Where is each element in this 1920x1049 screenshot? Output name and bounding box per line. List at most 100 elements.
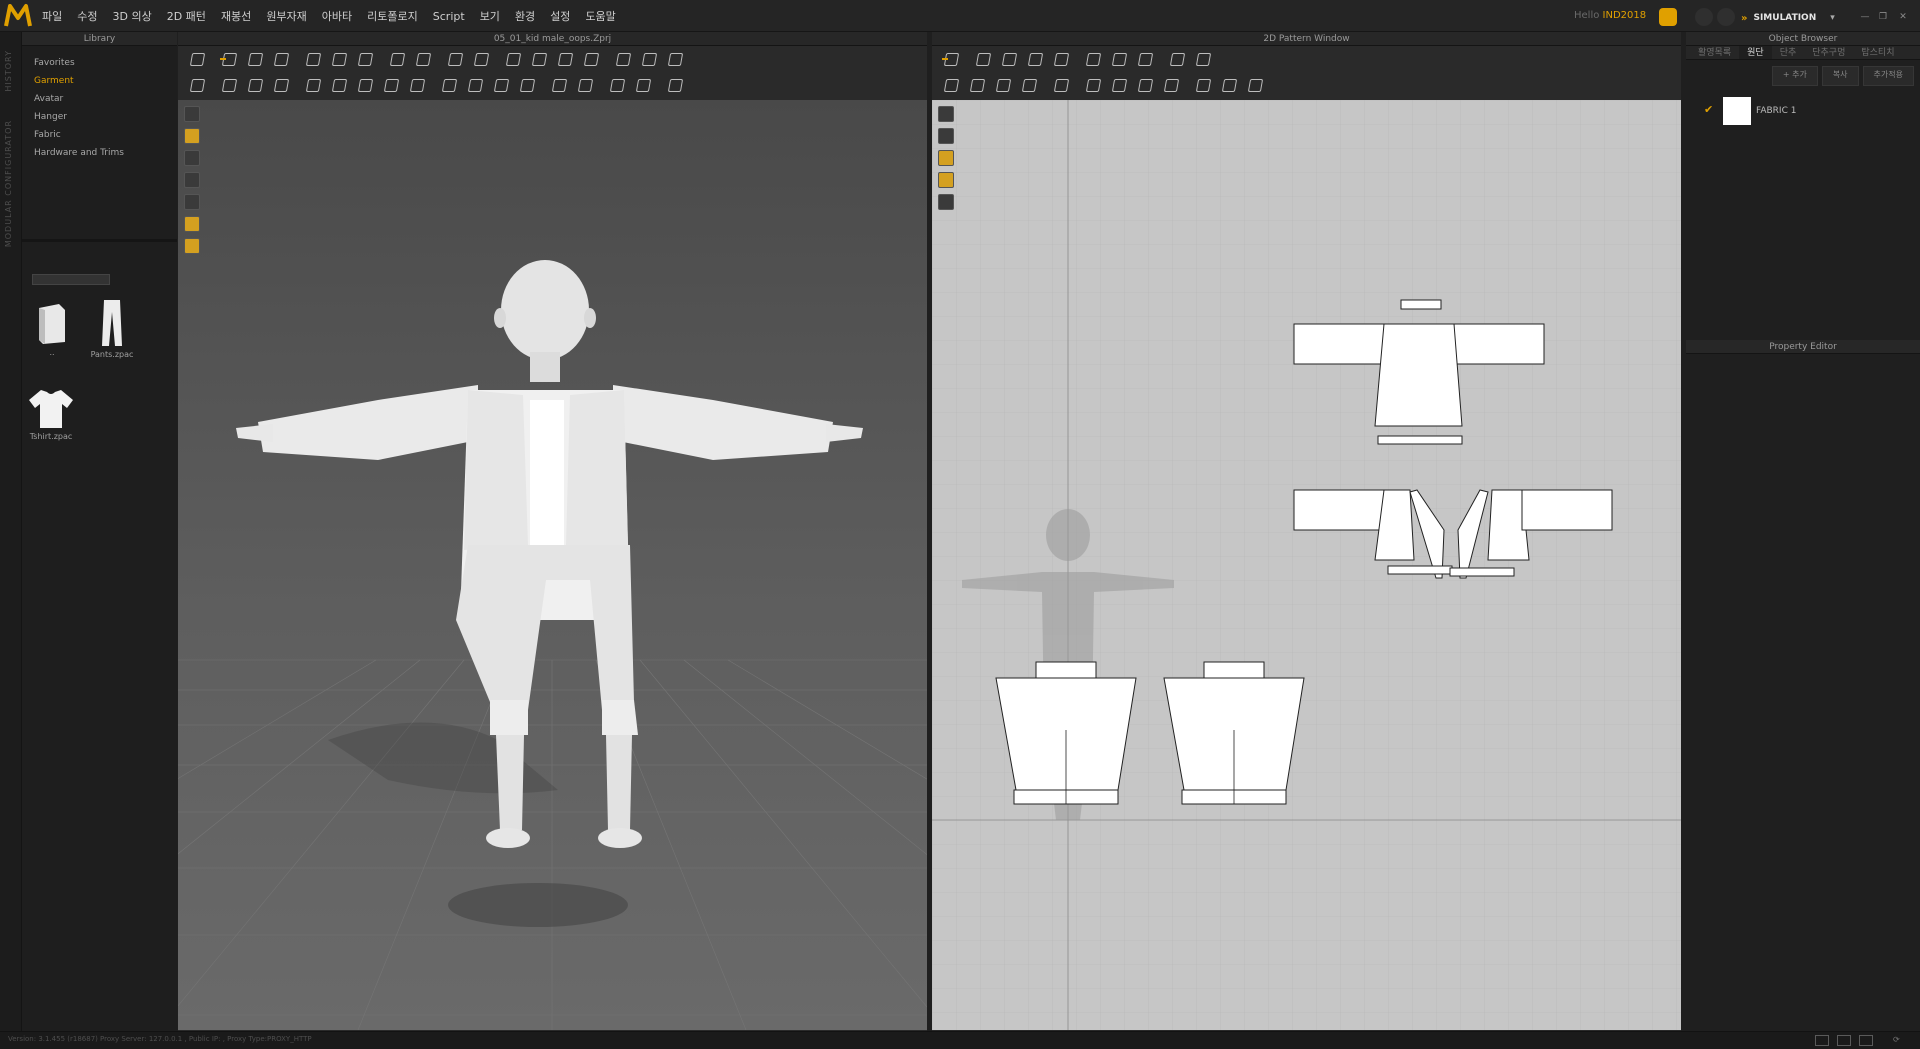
toolbar-tool-icon[interactable] [554,50,576,68]
toolbar-tool-icon[interactable] [1218,76,1240,94]
restore-button[interactable]: ❐ [1876,12,1890,22]
object-tab[interactable]: 단추구멍 [1804,46,1853,59]
library-search-input[interactable] [32,274,110,285]
menu-item[interactable]: 파일 [42,8,62,24]
history-tab[interactable]: HISTORY [4,50,13,92]
library-item[interactable]: Avatar [34,90,177,108]
toolbar-tool-icon[interactable] [664,50,686,68]
toolbar-tool-icon[interactable] [302,76,324,94]
layer-icon[interactable] [938,194,954,210]
toolbar-tool-icon[interactable] [1050,50,1072,68]
toolbar-tool-icon[interactable] [218,50,240,68]
toolbar-tool-icon[interactable] [1108,76,1130,94]
toolbar-tool-icon[interactable] [386,50,408,68]
toolbar-tool-icon[interactable] [574,76,596,94]
toolbar-tool-icon[interactable] [438,76,460,94]
toolbar-tool-icon[interactable] [638,50,660,68]
menu-item[interactable]: 보기 [480,8,500,24]
menu-item[interactable]: 2D 패턴 [167,8,206,24]
toolbar-tool-icon[interactable] [940,76,962,94]
toolbar-tool-icon[interactable] [940,50,962,68]
menu-item[interactable]: 도움말 [585,8,615,24]
toolbar-tool-icon[interactable] [354,50,376,68]
user-name[interactable]: IND2018 [1603,10,1647,21]
thumb-tshirt[interactable]: Tshirt.zpac [26,388,76,441]
menu-item[interactable]: 원부자재 [266,8,306,24]
toolbar-tool-icon[interactable] [580,50,602,68]
menu-item[interactable]: 환경 [515,8,535,24]
help-icon[interactable] [1695,8,1713,26]
fabric-list-item[interactable]: ✔ FABRIC 1 [1686,94,1920,128]
toolbar-tool-icon[interactable] [186,76,208,94]
close-button[interactable]: ✕ [1896,12,1910,22]
menu-item[interactable]: 설정 [550,8,570,24]
toolbar-tool-icon[interactable] [270,76,292,94]
minimize-button[interactable]: — [1858,12,1872,22]
toolbar-tool-icon[interactable] [1082,50,1104,68]
object-tab[interactable]: 활영목록 [1690,46,1739,59]
fabric-icon[interactable] [938,172,954,188]
toolbar-tool-icon[interactable] [328,76,350,94]
2d-pattern-canvas[interactable] [932,100,1681,1030]
fold-icon[interactable] [184,194,200,210]
object-tab[interactable]: 원단 [1739,46,1772,59]
thumb-folder-up[interactable]: .. [30,302,74,357]
toolbar-tool-icon[interactable] [412,50,434,68]
3d-canvas[interactable] [178,100,927,1030]
toolbar-tool-icon[interactable] [1134,50,1156,68]
toolbar-tool-icon[interactable] [380,76,402,94]
globe-icon[interactable] [184,238,200,254]
toolbar-tool-icon[interactable] [406,76,428,94]
object-tab[interactable]: 단추 [1772,46,1805,59]
toolbar-tool-icon[interactable] [490,76,512,94]
info-icon[interactable] [938,150,954,166]
menu-item[interactable]: 수정 [77,8,97,24]
simulation-icon[interactable] [184,128,200,144]
toolbar-tool-icon[interactable] [218,76,240,94]
toolbar-tool-icon[interactable] [302,50,324,68]
mode-selector[interactable]: » SIMULATION ▾ [1741,8,1835,28]
avatar-view-icon[interactable] [184,216,200,232]
marvelous-logo-icon[interactable] [4,2,32,30]
toolbar-tool-icon[interactable] [1018,76,1040,94]
menu-item[interactable]: 3D 의상 [113,8,152,24]
menu-item[interactable]: 아바타 [322,8,352,24]
menu-item[interactable]: 리토폴로지 [367,8,418,24]
toolbar-tool-icon[interactable] [1192,76,1214,94]
object-action-button[interactable]: 추가적용 [1862,66,1914,86]
object-tab[interactable]: 탑스티치 [1853,46,1902,59]
toolbar-tool-icon[interactable] [992,76,1014,94]
toolbar-tool-icon[interactable] [972,50,994,68]
garment-icon[interactable] [184,106,200,122]
thumb-pants[interactable]: Pants.zpac [90,298,134,359]
modular-configurator-tab[interactable]: MODULAR CONFIGURATOR [4,120,13,247]
toolbar-tool-icon[interactable] [548,76,570,94]
toolbar-tool-icon[interactable] [502,50,524,68]
toolbar-tool-icon[interactable] [1244,76,1266,94]
toolbar-tool-icon[interactable] [612,50,634,68]
toolbar-tool-icon[interactable] [1134,76,1156,94]
toolbar-tool-icon[interactable] [470,50,492,68]
layout-1-icon[interactable] [1815,1035,1829,1046]
toolbar-tool-icon[interactable] [1166,50,1188,68]
menu-item[interactable]: Script [433,10,465,23]
menu-item[interactable]: 재봉선 [221,8,251,24]
toolbar-tool-icon[interactable] [186,50,208,68]
toolbar-tool-icon[interactable] [966,76,988,94]
toolbar-tool-icon[interactable] [664,76,686,94]
library-item[interactable]: Fabric [34,126,177,144]
toolbar-tool-icon[interactable] [998,50,1020,68]
toolbar-tool-icon[interactable] [1160,76,1182,94]
library-item[interactable]: Favorites [34,54,177,72]
toolbar-tool-icon[interactable] [244,76,266,94]
object-action-button[interactable]: 복사 [1821,66,1859,86]
cloud-icon[interactable] [1659,8,1677,26]
toolbar-tool-icon[interactable] [606,76,628,94]
toolbar-tool-icon[interactable] [354,76,376,94]
library-item[interactable]: Hardware and Trims [34,144,177,162]
toolbar-tool-icon[interactable] [516,76,538,94]
toolbar-tool-icon[interactable] [328,50,350,68]
layout-3d-icon[interactable] [1837,1035,1851,1046]
toolbar-tool-icon[interactable] [1108,50,1130,68]
layout-2d-icon[interactable] [1859,1035,1873,1046]
